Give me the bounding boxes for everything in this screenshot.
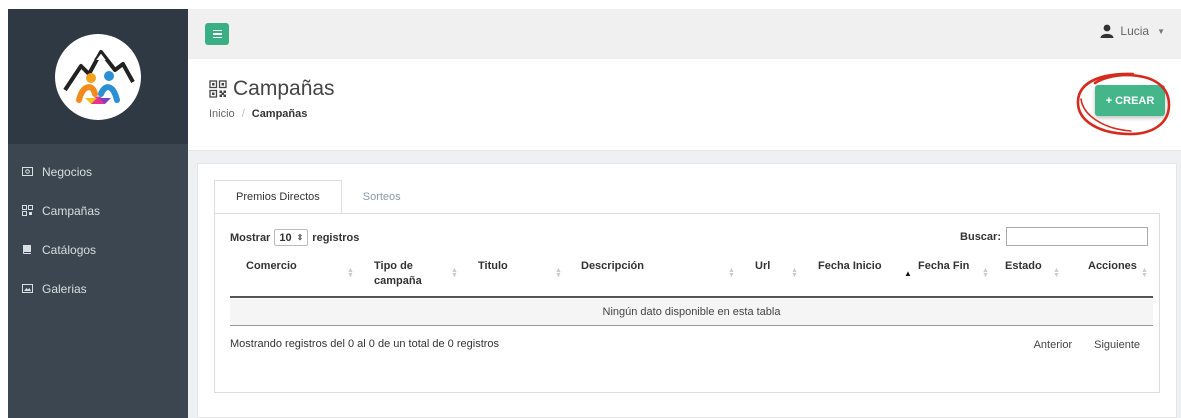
chevron-down-icon: ▼ [1157,26,1165,36]
column-header-tipo-campana[interactable]: Tipo de campaña [374,259,434,289]
sidebar-item-label: Campañas [42,203,101,218]
table-info: Mostrando registros del 0 al 0 de un tot… [230,338,500,350]
sort-icon: ▲ ▼ [791,267,798,279]
sidebar-item-galerias[interactable]: Galerias [8,269,188,308]
column-header-fecha-inicio[interactable]: Fecha Inicio [818,259,882,274]
user-menu[interactable]: Lucia ▼ [1100,24,1165,38]
hamburger-icon [212,29,222,32]
page-title-text: Campañas [233,77,335,100]
page-length-select[interactable]: 10 ⇕ [274,229,309,246]
book-icon [20,244,34,255]
create-button[interactable]: + CREAR [1095,85,1165,116]
tab-bar: Premios Directos Sorteos [214,180,422,214]
logo-area [8,9,188,144]
qrcode-icon [20,205,34,216]
search-input[interactable] [1006,227,1148,246]
sort-icon: ▲ ▼ [982,267,989,279]
money-icon [20,167,34,176]
page-header: Campañas Inicio / Campañas + CREAR [188,59,1181,151]
sort-icon: ▲ ▼ [728,267,735,279]
breadcrumb-home[interactable]: Inicio [209,108,235,120]
tab-sorteos[interactable]: Sorteos [342,180,422,214]
logo-icon [63,49,135,104]
qrcode-icon [209,80,227,98]
page-length-control: Mostrar 10 ⇕ registros [230,229,359,246]
sort-icon: ▲ ▼ [1053,267,1060,279]
column-header-estado[interactable]: Estado [1005,259,1042,274]
top-bar: Lucia ▼ [188,9,1181,59]
app: Negocios Campañas Catálogos Galerias Luc… [0,0,1181,418]
breadcrumb: Inicio / Campañas [209,108,307,120]
tab-premios-directos[interactable]: Premios Directos [214,180,342,214]
length-suffix: registros [312,231,360,244]
empty-message: Ningún dato disponible en esta tabla [602,306,781,318]
breadcrumb-separator: / [241,108,245,120]
pagination-previous[interactable]: Anterior [1034,339,1073,351]
column-header-comercio[interactable]: Comercio [246,259,297,274]
search-label: Buscar: [960,230,1001,243]
table-empty-row: Ningún dato disponible en esta tabla [230,299,1153,326]
sort-icon: ▲ ▼ [555,267,562,279]
column-header-fecha-fin[interactable]: Fecha Fin [918,259,969,274]
sidebar-item-label: Galerias [42,281,87,296]
sidebar-nav: Negocios Campañas Catálogos Galerias [8,144,188,308]
image-icon [20,284,34,293]
column-header-url[interactable]: Url [755,259,770,274]
menu-toggle-button[interactable] [205,23,229,45]
updown-icon: ⇕ [296,233,304,242]
sidebar-item-campanas[interactable]: Campañas [8,191,188,230]
sidebar-item-label: Catálogos [42,242,97,257]
column-header-acciones[interactable]: Acciones [1088,259,1137,274]
sidebar-item-negocios[interactable]: Negocios [8,152,188,191]
breadcrumb-current: Campañas [251,108,308,120]
sort-ascending-icon: ▲ [904,269,912,278]
sort-icon: ▲ ▼ [347,267,354,279]
pagination-next[interactable]: Siguiente [1094,339,1140,351]
table-header: Comercio ▲ ▼ Tipo de campaña ▲ ▼ Titulo ▲ ▼… [230,258,1153,298]
user-icon [1100,24,1114,38]
sort-icon: ▲ ▼ [451,267,458,279]
pagination: Anterior Siguiente [1034,339,1140,351]
page-length-value: 10 [279,231,292,244]
create-button-label: + CREAR [1105,94,1155,107]
sidebar-item-catalogos[interactable]: Catálogos [8,230,188,269]
sidebar-item-label: Negocios [42,164,93,179]
table-search: Buscar: [960,227,1148,246]
column-header-titulo[interactable]: Titulo [478,259,508,274]
column-header-descripcion[interactable]: Descripción [581,259,644,274]
page-title: Campañas [209,77,335,101]
sort-icon: ▲ ▼ [1141,267,1148,279]
length-prefix: Mostrar [230,231,271,244]
user-name: Lucia [1120,24,1150,38]
logo[interactable] [55,33,141,120]
sidebar: Negocios Campañas Catálogos Galerias [8,9,188,418]
